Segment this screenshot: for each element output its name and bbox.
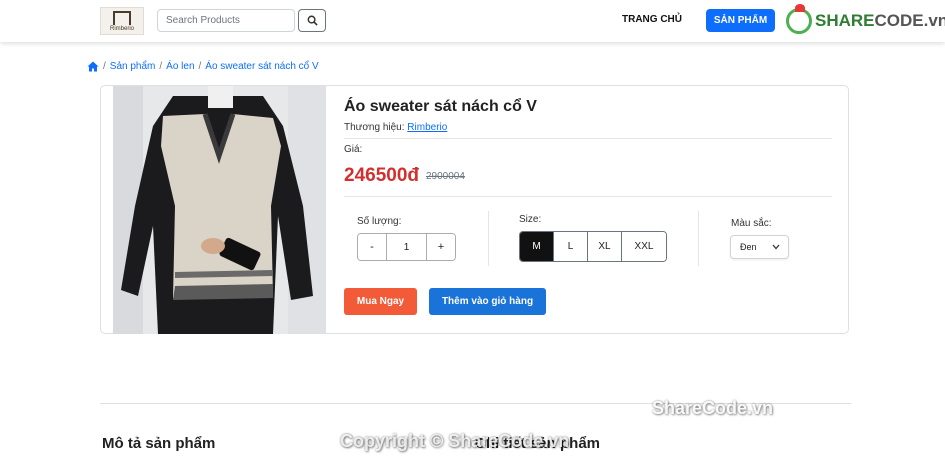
size-option-xl[interactable]: XL bbox=[588, 232, 622, 261]
nav-link-products[interactable]: SẢN PHẨM bbox=[706, 9, 775, 32]
color-selected-value: Đen bbox=[740, 242, 757, 252]
logo-text: Rimberio bbox=[109, 25, 134, 32]
buy-now-button[interactable]: Mua Ngay bbox=[344, 288, 417, 315]
price-label: Giá: bbox=[344, 144, 363, 155]
quantity-increase-button[interactable]: + bbox=[426, 234, 455, 260]
add-to-cart-button[interactable]: Thêm vào giỏ hàng bbox=[429, 288, 546, 315]
old-price: 2900004 bbox=[426, 171, 465, 182]
product-image bbox=[113, 86, 326, 334]
size-option-xxl[interactable]: XXL bbox=[622, 232, 666, 261]
quantity-label: Số lượng: bbox=[357, 216, 402, 227]
quantity-stepper: - 1 + bbox=[357, 233, 456, 261]
breadcrumb-item-current[interactable]: Áo sweater sát nách cổ V bbox=[205, 61, 318, 72]
logo-mark bbox=[113, 10, 131, 25]
size-option-l[interactable]: L bbox=[554, 232, 588, 261]
size-options: M L XL XXL bbox=[519, 231, 667, 262]
vertical-divider bbox=[698, 211, 699, 266]
quantity-input[interactable]: 1 bbox=[387, 234, 426, 260]
brand-label: Thương hiệu: bbox=[344, 122, 405, 133]
current-price: 246500đ bbox=[344, 165, 420, 186]
brand-link[interactable]: Rimberio bbox=[407, 122, 447, 133]
product-card: Áo sweater sát nách cổ V Thương hiệu: Ri… bbox=[100, 85, 849, 334]
vertical-divider bbox=[488, 211, 489, 266]
color-select[interactable]: Đen bbox=[730, 235, 789, 259]
size-option-m[interactable]: M bbox=[520, 232, 554, 261]
breadcrumb-item-category[interactable]: Áo len bbox=[166, 61, 194, 72]
quantity-decrease-button[interactable]: - bbox=[358, 234, 387, 260]
home-icon[interactable] bbox=[87, 61, 99, 72]
chevron-down-icon bbox=[772, 244, 780, 250]
breadcrumb: / Sản phẩm / Áo len / Áo sweater sát nác… bbox=[87, 61, 319, 72]
copyright-watermark: Copyright © ShareCode.vn bbox=[340, 431, 570, 451]
search-input[interactable] bbox=[157, 9, 295, 32]
brand-logo[interactable]: Rimberio bbox=[100, 7, 144, 35]
product-brand: Thương hiệu: Rimberio bbox=[344, 122, 447, 133]
watermark-code-text: CODE.vn bbox=[874, 11, 945, 30]
watermark-share-text: SHARE bbox=[815, 11, 875, 30]
nav-link-home[interactable]: TRANG CHỦ bbox=[622, 14, 682, 25]
navbar: Rimberio TRANG CHỦ SẢN PHẨM SHARECODE.vn bbox=[0, 0, 945, 42]
search-button[interactable] bbox=[298, 9, 326, 32]
description-heading: Mô tả sản phẩm bbox=[102, 435, 216, 452]
divider bbox=[344, 196, 832, 197]
breadcrumb-item-products[interactable]: Sản phẩm bbox=[110, 61, 156, 72]
color-label: Màu sắc: bbox=[731, 218, 772, 229]
breadcrumb-separator: / bbox=[198, 61, 202, 72]
sharecode-watermark-logo: SHARECODE.vn bbox=[786, 4, 945, 34]
search-icon bbox=[307, 15, 318, 26]
size-label: Size: bbox=[519, 214, 542, 225]
watermark-text: ShareCode.vn bbox=[652, 398, 774, 418]
breadcrumb-separator: / bbox=[159, 61, 163, 72]
watermark-circle-icon bbox=[786, 4, 812, 34]
breadcrumb-separator: / bbox=[103, 61, 106, 72]
product-title: Áo sweater sát nách cổ V bbox=[344, 98, 537, 115]
divider bbox=[344, 138, 832, 139]
